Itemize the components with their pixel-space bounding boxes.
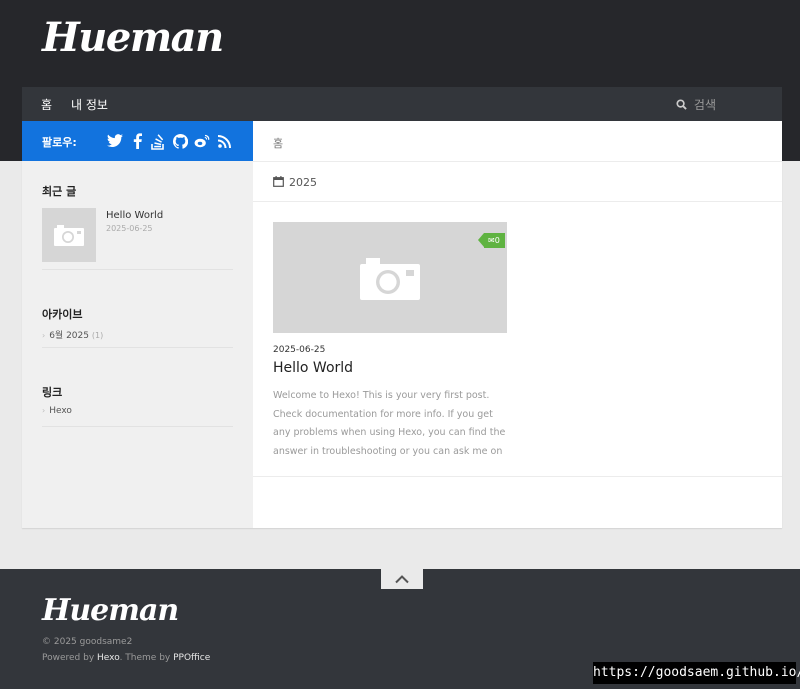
twitter-icon[interactable] (106, 132, 124, 150)
follow-label: 팔로우: (42, 136, 77, 149)
search-icon (676, 99, 687, 110)
footer-logo[interactable]: Hueman (42, 593, 179, 628)
comment-count: 0 (494, 236, 500, 245)
post-excerpt: Welcome to Hexo! This is your very first… (273, 390, 506, 457)
back-to-top-button[interactable] (381, 568, 423, 589)
weibo-icon[interactable] (193, 132, 211, 150)
divider (253, 201, 782, 202)
content-container: 팔로우: 최근 글 Hello World 2025-06-25 아카이브 › … (22, 121, 782, 528)
recent-post-date: 2025-06-25 (106, 224, 153, 233)
camera-icon (54, 225, 84, 246)
divider (253, 476, 782, 477)
powered-by: Powered by Hexo. Theme by PPOffice (42, 653, 210, 663)
recent-posts-title: 최근 글 (42, 185, 77, 198)
theme-prefix: . Theme by (119, 653, 174, 663)
comments-icon: ✉ (488, 236, 495, 245)
archive-count: (1) (91, 331, 104, 340)
post-thumbnail[interactable] (273, 222, 507, 333)
archive-year: 2025 (289, 176, 317, 189)
divider (42, 347, 233, 348)
archive-month: 6월 2025 (49, 331, 89, 341)
rss-icon[interactable] (215, 132, 233, 150)
top-nav: 홈 내 정보 검색 (22, 87, 782, 121)
post-date: 2025-06-25 (273, 345, 326, 355)
chevron-right-icon: › (42, 406, 46, 415)
follow-bar: 팔로우: (22, 121, 253, 161)
hexo-link-label: Hexo (49, 406, 72, 416)
divider (42, 426, 233, 427)
stackoverflow-icon[interactable] (149, 132, 167, 150)
chevron-right-icon: › (42, 331, 46, 340)
post-title[interactable]: Hello World (273, 360, 353, 376)
github-icon[interactable] (171, 132, 189, 150)
calendar-icon (273, 176, 284, 187)
divider (42, 269, 233, 270)
nav-item-home[interactable]: 홈 (41, 96, 52, 113)
search-input[interactable]: 검색 (676, 96, 716, 113)
sidebar: 팔로우: 최근 글 Hello World 2025-06-25 아카이브 › … (22, 121, 253, 528)
archive-link[interactable]: › 6월 2025 (1) (42, 328, 103, 341)
facebook-icon[interactable] (128, 132, 146, 150)
divider (253, 161, 782, 162)
hexo-footer-link[interactable]: Hexo (97, 653, 120, 663)
recent-post-thumbnail[interactable] (42, 208, 96, 262)
camera-icon (360, 257, 420, 300)
breadcrumb[interactable]: 홈 (273, 135, 283, 151)
recent-post-link[interactable]: Hello World (106, 210, 163, 221)
chevron-up-icon (395, 574, 409, 583)
url-overlay: https://goodsaem.github.io/ (593, 662, 800, 684)
powered-prefix: Powered by (42, 653, 98, 663)
site-logo[interactable]: Hueman (42, 14, 224, 61)
copyright: © 2025 goodsame2 (42, 637, 133, 647)
nav-item-about[interactable]: 내 정보 (71, 96, 108, 113)
ppoffice-link[interactable]: PPOffice (173, 653, 210, 663)
hexo-link[interactable]: › Hexo (42, 406, 72, 416)
search-placeholder: 검색 (693, 98, 716, 112)
comment-count-badge[interactable]: ✉0 (478, 233, 505, 248)
archive-title: 아카이브 (42, 308, 83, 321)
links-title: 링크 (42, 386, 63, 399)
archive-heading: 2025 (273, 176, 317, 189)
main-content: 홈 2025 ✉0 2025-06-25 Hello World Welcome… (253, 121, 782, 528)
